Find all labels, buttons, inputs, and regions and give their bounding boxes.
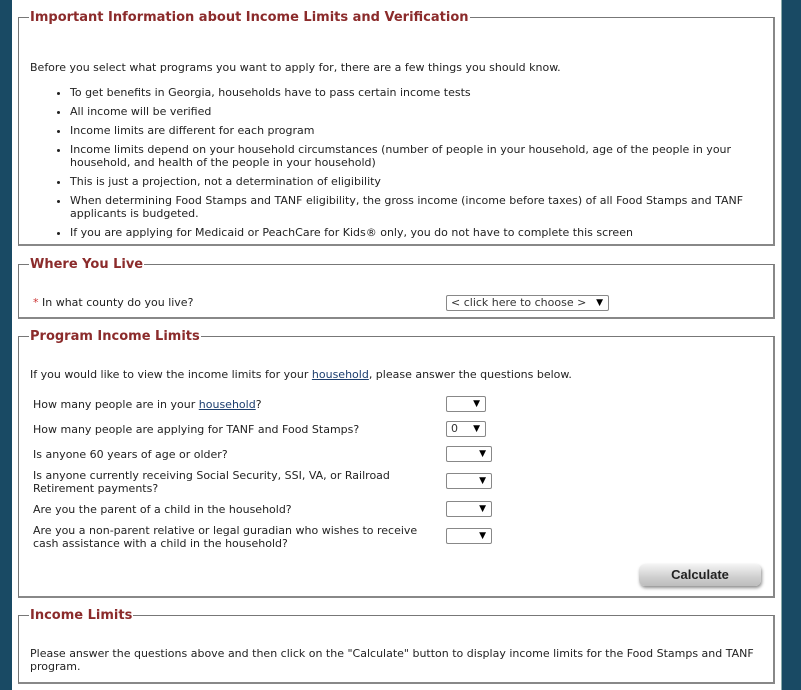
household-size-select[interactable]: ▼ (446, 396, 486, 412)
household-link[interactable]: household (199, 398, 256, 411)
parent-select[interactable]: ▼ (446, 501, 492, 517)
important-info-legend: Important Information about Income Limit… (30, 10, 469, 25)
chevron-down-icon: ▼ (479, 504, 486, 514)
age-60-select[interactable]: ▼ (446, 446, 492, 462)
parent-question: Are you the parent of a child in the hou… (33, 503, 292, 516)
guardian-select[interactable]: ▼ (446, 528, 492, 544)
important-info-list: To get benefits in Georgia, households h… (30, 86, 760, 245)
applying-count-question: How many people are applying for TANF an… (33, 423, 359, 436)
info-bullet: This is just a projection, not a determi… (70, 175, 760, 188)
intro-text: If you would like to view the income lim… (30, 368, 312, 381)
question-text: ? (255, 398, 262, 411)
program-income-limits-section: Program Income Limits If you would like … (18, 329, 775, 598)
select-value: 0 (451, 422, 458, 435)
question-text: How many people are in your (33, 398, 199, 411)
question-text: How many people are applying for TANF an… (33, 423, 360, 436)
question-text: Are you the parent of a child in the hou… (33, 503, 292, 516)
info-bullet: If you are applying for Medicaid or Peac… (70, 226, 760, 239)
guardian-question: Are you a non-parent relative or legal g… (33, 524, 433, 550)
program-income-limits-legend: Program Income Limits (30, 329, 200, 344)
age-60-question: Is anyone 60 years of age or older? (33, 448, 228, 461)
page-content: Important Information about Income Limit… (12, 0, 781, 690)
info-bullet: Income limits are different for each pro… (70, 124, 760, 137)
info-bullet: All income will be verified (70, 105, 760, 118)
info-bullet: When determining Food Stamps and TANF el… (70, 194, 760, 220)
important-info-intro: Before you select what programs you want… (30, 61, 561, 74)
required-marker: * (33, 296, 39, 309)
intro-text: , please answer the questions below. (368, 368, 572, 381)
calculate-button[interactable]: Calculate (639, 564, 761, 586)
info-bullet: To get benefits in Georgia, households h… (70, 86, 760, 99)
income-limits-section: Income Limits Please answer the question… (18, 608, 775, 684)
where-you-live-section: Where You Live * In what county do you l… (18, 257, 775, 319)
benefits-select[interactable]: ▼ (446, 473, 492, 489)
chevron-down-icon: ▼ (479, 531, 486, 541)
question-text: Are you a non-parent relative or legal g… (33, 524, 418, 550)
income-limits-legend: Income Limits (30, 608, 133, 623)
question-text: Is anyone currently receiving Social Sec… (33, 469, 390, 495)
county-select[interactable]: < click here to choose > ▼ (446, 295, 609, 311)
program-income-limits-intro: If you would like to view the income lim… (30, 368, 572, 381)
info-bullet: Income limits depend on your household c… (70, 143, 760, 169)
household-link[interactable]: household (312, 368, 369, 381)
chevron-down-icon: ▼ (473, 424, 480, 434)
county-question-label: In what county do you live? (42, 296, 194, 309)
chevron-down-icon: ▼ (479, 476, 486, 486)
income-limits-message: Please answer the questions above and th… (30, 647, 754, 673)
chevron-down-icon: ▼ (596, 298, 603, 308)
question-text: Is anyone 60 years of age or older? (33, 448, 228, 461)
county-select-value: < click here to choose > (451, 296, 587, 309)
applying-count-select[interactable]: 0 ▼ (446, 421, 486, 437)
right-frame-bar (781, 0, 801, 690)
chevron-down-icon: ▼ (479, 449, 486, 459)
chevron-down-icon: ▼ (473, 399, 480, 409)
benefits-question: Is anyone currently receiving Social Sec… (33, 469, 423, 495)
important-info-section: Important Information about Income Limit… (18, 10, 775, 246)
county-question: * In what county do you live? (33, 296, 193, 309)
where-you-live-legend: Where You Live (30, 257, 144, 272)
household-size-question: How many people are in your household? (33, 398, 262, 411)
